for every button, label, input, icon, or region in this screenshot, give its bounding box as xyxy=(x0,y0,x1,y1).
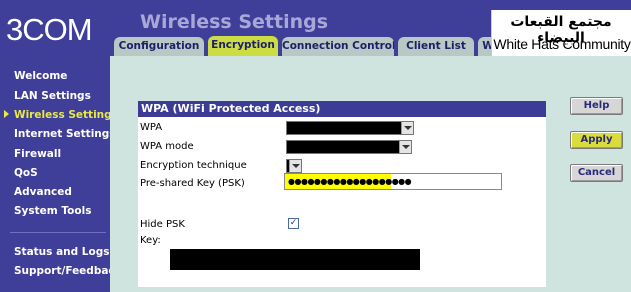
sidebar-item-wireless-settings[interactable]: Wireless Settings xyxy=(14,109,118,121)
sidebar-item-lan-settings[interactable]: LAN Settings xyxy=(14,90,91,102)
chevron-down-icon[interactable] xyxy=(401,122,413,134)
cancel-button[interactable]: Cancel xyxy=(570,164,623,182)
sidebar-item-firewall[interactable]: Firewall xyxy=(14,148,61,160)
active-arrow-icon xyxy=(4,110,9,118)
key-label: Key: xyxy=(140,235,161,246)
apply-button[interactable]: Apply xyxy=(570,131,623,149)
tab-configuration[interactable]: Configuration xyxy=(114,37,204,56)
sidebar-item-internet-settings[interactable]: Internet Settings xyxy=(14,128,116,140)
key-value-redacted xyxy=(170,249,420,270)
psk-masked-value: ●●●●●●●●●●●●●●●●●●● xyxy=(288,177,412,186)
wpa-mode-select[interactable] xyxy=(286,140,412,154)
sidebar-item-qos[interactable]: QoS xyxy=(14,167,38,179)
help-button[interactable]: Help xyxy=(570,97,623,115)
wpa-select[interactable] xyxy=(286,121,414,135)
wpa-mode-label: WPA mode xyxy=(140,141,194,152)
psk-label: Pre-shared Key (PSK) xyxy=(140,178,245,189)
encryption-technique-label: Encryption technique xyxy=(140,160,247,171)
brand-logo: 3COM xyxy=(6,12,93,47)
sidebar-item-welcome[interactable]: Welcome xyxy=(14,70,67,82)
watermark-overlay: مجتمع القبعات البيضاء White Hats Communi… xyxy=(491,10,631,56)
sidebar-divider xyxy=(10,232,106,233)
sidebar-item-status-and-logs[interactable]: Status and Logs xyxy=(14,246,109,258)
tab-client-list[interactable]: Client List xyxy=(398,37,474,56)
page-title: Wireless Settings xyxy=(140,11,329,33)
hide-psk-checkbox[interactable]: ✓ xyxy=(288,218,299,229)
sidebar-item-advanced[interactable]: Advanced xyxy=(14,186,72,198)
chevron-down-icon[interactable] xyxy=(289,160,301,172)
encryption-technique-select[interactable] xyxy=(286,159,302,173)
wpa-label: WPA xyxy=(140,122,163,133)
tab-connection-control[interactable]: Connection Control xyxy=(282,37,394,56)
tab-encryption[interactable]: Encryption xyxy=(208,36,278,56)
sidebar: Welcome LAN Settings Wireless Settings I… xyxy=(0,56,122,292)
panel-title: WPA (WiFi Protected Access) xyxy=(138,101,546,117)
sidebar-item-support-feedback[interactable]: Support/Feedback xyxy=(14,265,122,277)
hide-psk-label: Hide PSK xyxy=(140,219,185,230)
sidebar-item-system-tools[interactable]: System Tools xyxy=(14,205,91,217)
chevron-down-icon[interactable] xyxy=(399,141,411,153)
watermark-english-text: White Hats Community xyxy=(493,36,631,52)
